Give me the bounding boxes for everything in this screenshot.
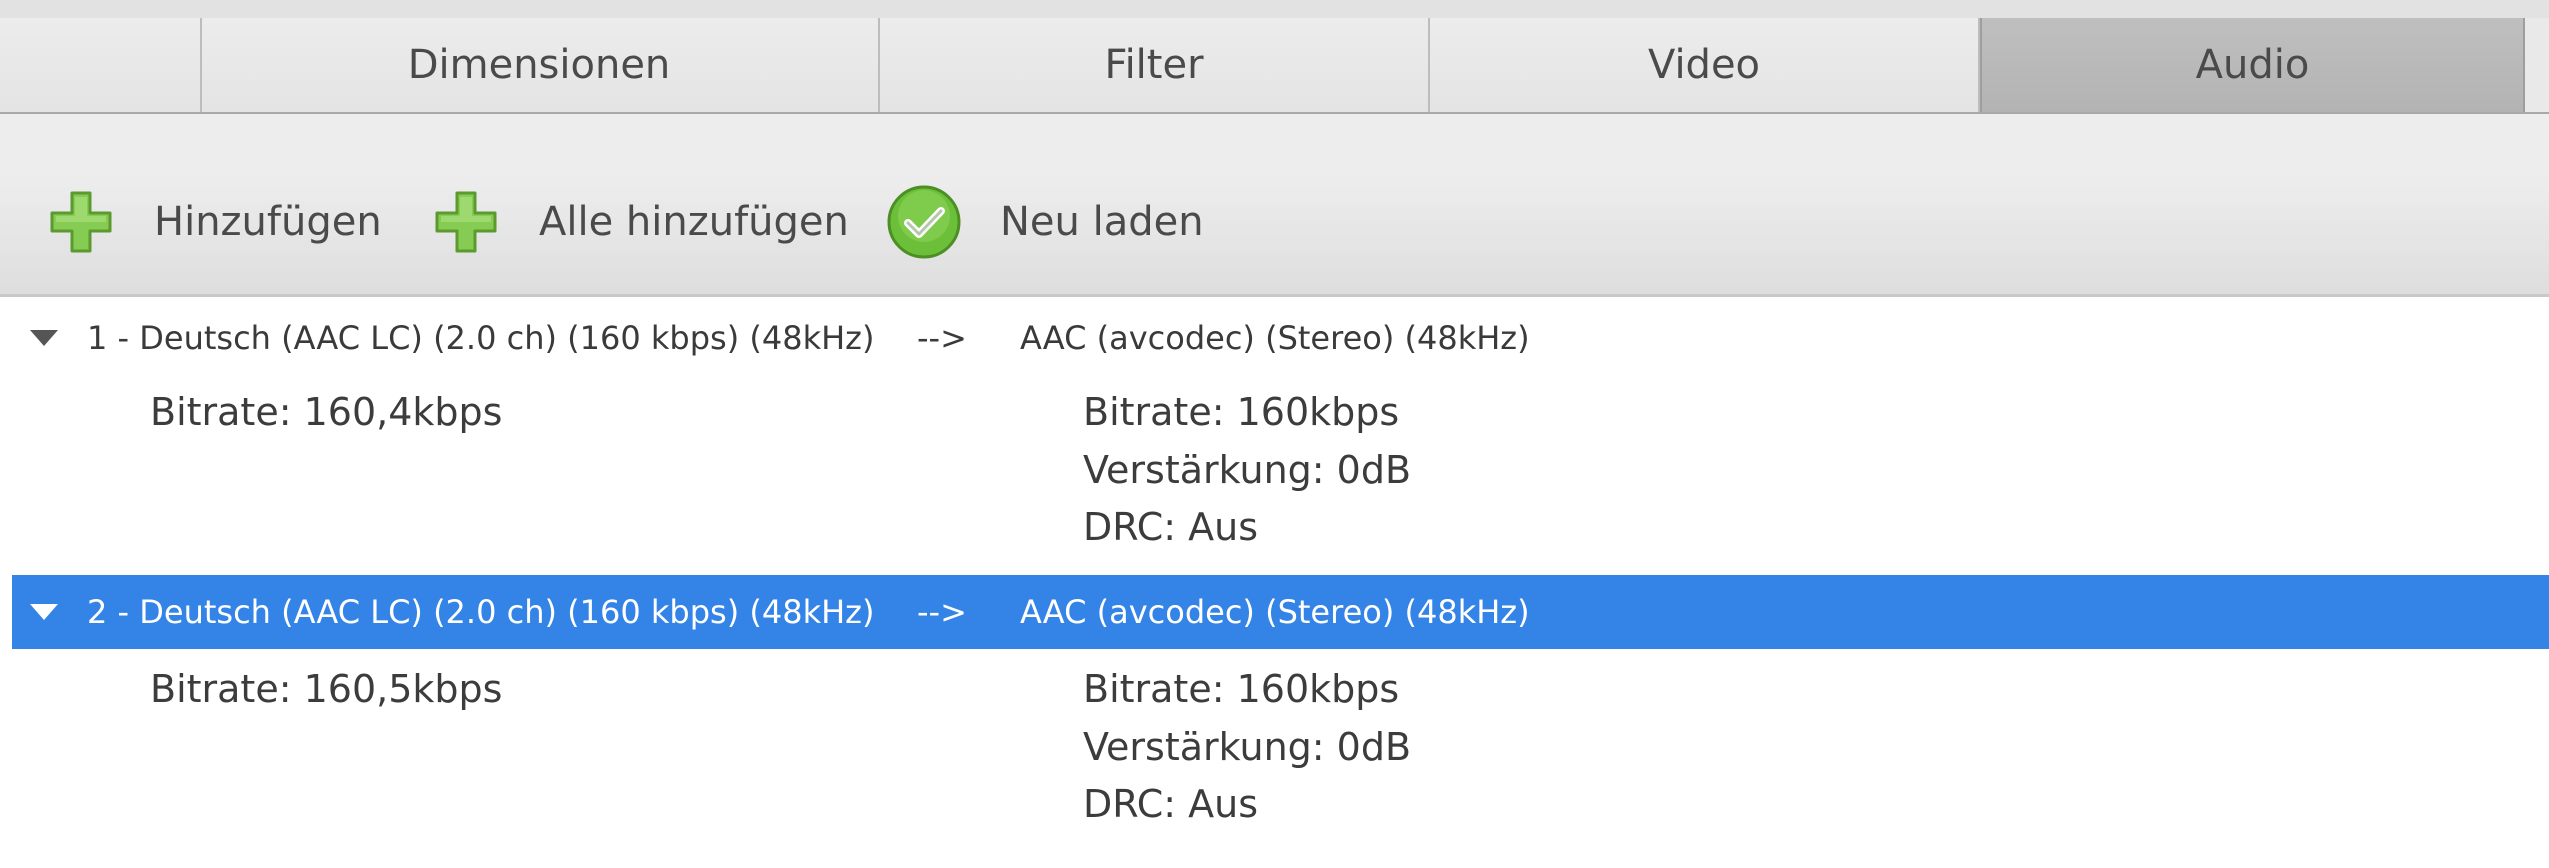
drc: DRC: Aus bbox=[1083, 505, 1259, 549]
expand-triangle-icon[interactable] bbox=[30, 604, 58, 620]
tab-dimensionen[interactable]: Dimensionen bbox=[200, 18, 880, 112]
tab-spacer bbox=[0, 18, 202, 112]
audio-track-list: 1 - Deutsch (AAC LC) (2.0 ch) (160 kbps)… bbox=[0, 297, 2549, 868]
check-circle-icon bbox=[887, 185, 961, 259]
reload-button-label: Neu laden bbox=[1000, 199, 1204, 245]
source-bitrate: Bitrate: 160,4kbps bbox=[150, 390, 503, 434]
expand-triangle-icon[interactable] bbox=[30, 330, 58, 346]
add-all-button-label: Alle hinzufügen bbox=[539, 199, 849, 245]
track-arrow: --> bbox=[917, 593, 967, 631]
reload-button[interactable]: Neu laden bbox=[886, 182, 1204, 262]
add-button-label: Hinzufügen bbox=[154, 199, 382, 245]
target-bitrate: Bitrate: 160kbps bbox=[1083, 390, 1400, 434]
tab-video[interactable]: Video bbox=[1430, 18, 1980, 112]
audio-track-row[interactable]: 1 - Deutsch (AAC LC) (2.0 ch) (160 kbps)… bbox=[12, 301, 2549, 375]
gain: Verstärkung: 0dB bbox=[1083, 725, 1412, 769]
plus-icon bbox=[50, 191, 112, 253]
gain: Verstärkung: 0dB bbox=[1083, 448, 1412, 492]
tab-filter[interactable]: Filter bbox=[880, 18, 1430, 112]
tab-audio[interactable]: Audio bbox=[1980, 18, 2525, 112]
add-button[interactable]: Hinzufügen bbox=[48, 182, 382, 262]
track-arrow: --> bbox=[917, 319, 967, 357]
tab-bar: Dimensionen Filter Video Audio bbox=[0, 18, 2549, 114]
audio-toolbar: Hinzufügen Alle hinzufügen Neu laden bbox=[0, 114, 2549, 297]
source-bitrate: Bitrate: 160,5kbps bbox=[150, 667, 503, 711]
audio-track-row-selected[interactable]: 2 - Deutsch (AAC LC) (2.0 ch) (160 kbps)… bbox=[12, 575, 2549, 649]
tabbar-top-strip bbox=[0, 0, 2549, 20]
add-all-button[interactable]: Alle hinzufügen bbox=[433, 182, 849, 262]
tab-bar-edge bbox=[2525, 18, 2549, 112]
track-target: AAC (avcodec) (Stereo) (48kHz) bbox=[1020, 319, 1530, 357]
track-source: 2 - Deutsch (AAC LC) (2.0 ch) (160 kbps)… bbox=[87, 593, 875, 631]
drc: DRC: Aus bbox=[1083, 782, 1259, 826]
track-target: AAC (avcodec) (Stereo) (48kHz) bbox=[1020, 593, 1530, 631]
track-source: 1 - Deutsch (AAC LC) (2.0 ch) (160 kbps)… bbox=[87, 319, 875, 357]
plus-icon bbox=[435, 191, 497, 253]
target-bitrate: Bitrate: 160kbps bbox=[1083, 667, 1400, 711]
